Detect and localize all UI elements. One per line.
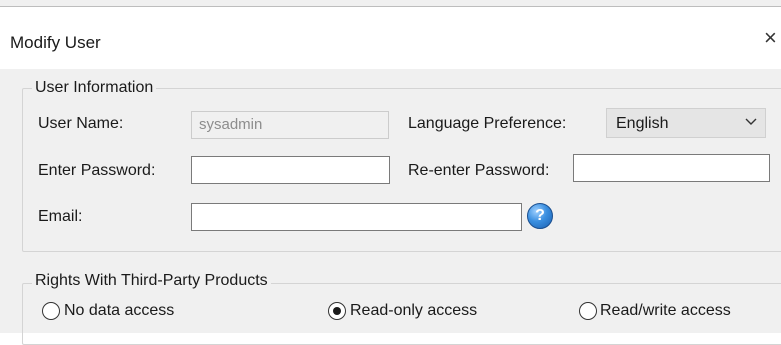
rights-legend: Rights With Third-Party Products bbox=[32, 272, 271, 290]
language-preference-value: English bbox=[616, 115, 669, 132]
user-information-legend: User Information bbox=[32, 79, 157, 97]
user-name-field: sysadmin bbox=[191, 111, 389, 139]
reenter-password-label: Re-enter Password: bbox=[408, 162, 550, 179]
read-write-access-radio[interactable] bbox=[579, 302, 597, 320]
no-data-access-radio[interactable] bbox=[42, 302, 60, 320]
close-icon[interactable]: × bbox=[764, 27, 777, 49]
reenter-password-field[interactable] bbox=[573, 154, 770, 182]
email-label: Email: bbox=[38, 208, 83, 225]
chevron-down-icon bbox=[745, 118, 757, 125]
enter-password-label: Enter Password: bbox=[38, 162, 156, 179]
user-name-label: User Name: bbox=[38, 115, 124, 132]
modify-user-dialog: Modify User × User Information User Name… bbox=[0, 0, 781, 345]
read-write-access-label[interactable]: Read/write access bbox=[600, 302, 731, 320]
no-data-access-label[interactable]: No data access bbox=[64, 302, 174, 320]
user-name-value: sysadmin bbox=[199, 116, 263, 133]
language-preference-label: Language Preference: bbox=[408, 115, 567, 132]
help-icon[interactable]: ? bbox=[527, 203, 553, 229]
enter-password-field[interactable] bbox=[191, 156, 390, 184]
title-bar: Modify User × bbox=[0, 6, 781, 69]
read-only-access-radio[interactable] bbox=[328, 302, 346, 320]
read-only-access-label[interactable]: Read-only access bbox=[350, 302, 477, 320]
dialog-title: Modify User bbox=[10, 33, 101, 52]
email-field[interactable] bbox=[191, 203, 522, 231]
language-preference-select[interactable]: English bbox=[606, 108, 766, 138]
